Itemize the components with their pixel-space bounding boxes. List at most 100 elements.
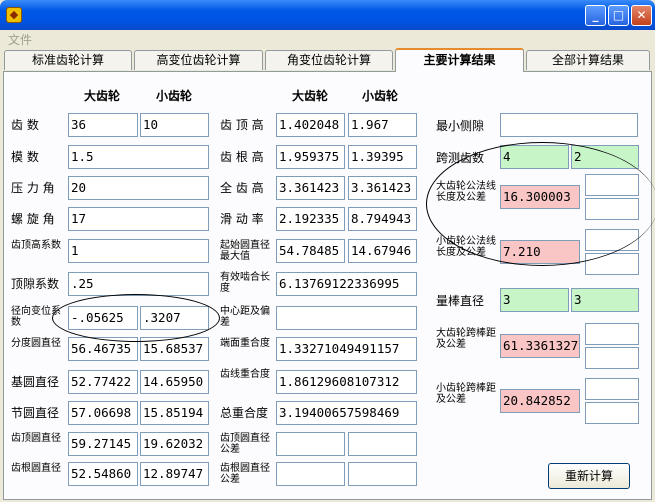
label-total-contact-ratio: 总重合度: [220, 406, 269, 420]
menu-bar: 文件: [0, 30, 655, 48]
module-field[interactable]: 1.5: [68, 145, 209, 169]
header-small-gear-2: 小齿轮: [362, 89, 399, 103]
label-helix-angle: 螺 旋 角: [11, 212, 55, 226]
header-small-gear-1: 小齿轮: [156, 89, 193, 103]
label-whole-depth: 全 齿 高: [220, 181, 264, 195]
label-tip-diameter: 齿顶圆直径: [11, 433, 61, 444]
label-big-normal-length: 大齿轮公法线长度及公差: [436, 181, 496, 203]
tab-standard-gear[interactable]: 标准齿轮计算: [4, 50, 132, 70]
tab-angle-shift-gear[interactable]: 角变位齿轮计算: [265, 50, 393, 70]
app-icon[interactable]: ◆: [6, 7, 22, 23]
label-pressure-angle: 压 力 角: [11, 181, 55, 195]
pressure-angle-field[interactable]: 20: [68, 176, 209, 200]
big-normal-length-upper-tol-field[interactable]: [585, 174, 639, 196]
label-face-contact-ratio: 齿线重合度: [220, 369, 270, 380]
label-operating-pitch-diameter: 节圆直径: [11, 406, 60, 420]
small-normal-length-field[interactable]: 7.210: [500, 240, 580, 264]
big-shift-coefficient-field[interactable]: -.05625: [68, 306, 138, 330]
small-normal-length-lower-tol-field[interactable]: [585, 253, 639, 275]
clearance-coefficient-field[interactable]: .25: [68, 272, 209, 296]
label-span-teeth: 跨测齿数: [436, 151, 485, 165]
small-pin-span-field[interactable]: 20.842852: [500, 389, 580, 413]
big-operating-pitch-diameter-field[interactable]: 57.06698: [68, 401, 138, 425]
small-dedendum-field[interactable]: 1.39395: [348, 145, 417, 169]
big-normal-length-lower-tol-field[interactable]: [585, 198, 639, 220]
small-root-diameter-tolerance-field[interactable]: [348, 462, 417, 486]
label-base-diameter: 基圆直径: [11, 375, 60, 389]
big-start-circle-max-field[interactable]: 54.78485: [276, 239, 345, 263]
small-tip-diameter-tolerance-field[interactable]: [348, 432, 417, 456]
big-span-teeth-field[interactable]: 4: [500, 145, 569, 169]
big-root-diameter-tolerance-field[interactable]: [276, 462, 345, 486]
label-teeth-count: 齿 数: [11, 118, 39, 132]
label-min-backlash: 最小侧隙: [436, 119, 485, 133]
big-root-diameter-field[interactable]: 52.54860: [68, 462, 138, 486]
effective-contact-length-field[interactable]: 6.13769122336995: [276, 272, 417, 296]
label-start-circle-max: 起始圆直径最大值: [220, 240, 270, 262]
label-module: 模 数: [11, 150, 39, 164]
big-normal-length-field[interactable]: 16.300003: [500, 185, 580, 209]
total-contact-ratio-field[interactable]: 3.19400657598469: [276, 401, 417, 425]
min-backlash-field[interactable]: [500, 113, 638, 137]
close-button[interactable]: ✕: [631, 5, 652, 26]
label-effective-contact-length: 有效啮合长度: [220, 272, 270, 294]
small-pin-span-lower-tol-field[interactable]: [585, 402, 639, 424]
big-pitch-diameter-field[interactable]: 56.46735: [68, 337, 138, 361]
small-slip-rate-field[interactable]: 8.794943: [348, 207, 417, 231]
big-tip-diameter-tolerance-field[interactable]: [276, 432, 345, 456]
label-pitch-diameter: 分度圆直径: [11, 338, 61, 349]
label-addendum-coefficient: 齿顶高系数: [11, 240, 61, 251]
label-root-diameter: 齿根圆直径: [11, 463, 61, 474]
label-addendum: 齿 顶 高: [220, 118, 264, 132]
small-whole-depth-field[interactable]: 3.361423: [348, 176, 417, 200]
menu-file[interactable]: 文件: [8, 31, 32, 48]
small-pitch-diameter-field[interactable]: 15.68537: [140, 337, 209, 361]
header-big-gear-1: 大齿轮: [84, 89, 121, 103]
big-base-diameter-field[interactable]: 52.77422: [68, 370, 138, 394]
label-big-pin-span: 大齿轮跨棒距及公差: [436, 328, 496, 350]
addendum-coefficient-field[interactable]: 1: [68, 239, 209, 263]
big-tip-diameter-field[interactable]: 59.27145: [68, 432, 138, 456]
label-slip-rate: 滑 动 率: [220, 212, 264, 226]
center-distance-field[interactable]: [276, 306, 417, 330]
maximize-button[interactable]: □: [608, 5, 629, 26]
big-addendum-field[interactable]: 1.402048: [276, 113, 345, 137]
label-small-normal-length: 小齿轮公法线长度及公差: [436, 236, 496, 258]
small-start-circle-max-field[interactable]: 14.67946: [348, 239, 417, 263]
label-clearance-coefficient: 顶隙系数: [11, 277, 60, 291]
minimize-button[interactable]: _: [585, 5, 606, 26]
small-tip-diameter-field[interactable]: 19.62032: [140, 432, 209, 456]
transverse-contact-ratio-field[interactable]: 1.33271049491157: [276, 337, 417, 361]
big-pin-span-upper-tol-field[interactable]: [585, 323, 639, 345]
small-root-diameter-field[interactable]: 12.89747: [140, 462, 209, 486]
big-pin-diameter-field[interactable]: 3: [500, 288, 569, 312]
label-transverse-contact-ratio: 端面重合度: [220, 338, 270, 349]
big-whole-depth-field[interactable]: 3.361423: [276, 176, 345, 200]
helix-angle-field[interactable]: 17: [68, 207, 209, 231]
small-span-teeth-field[interactable]: 2: [571, 145, 639, 169]
big-teeth-count-field[interactable]: 36: [68, 113, 138, 137]
label-shift-coefficient: 径向变位系数: [11, 306, 61, 328]
recalculate-button[interactable]: 重新计算: [548, 463, 630, 489]
tab-high-shift-gear[interactable]: 高变位齿轮计算: [134, 50, 263, 70]
label-pin-diameter: 量棒直径: [436, 294, 485, 308]
small-shift-coefficient-field[interactable]: .3207: [140, 306, 209, 330]
big-dedendum-field[interactable]: 1.959375: [276, 145, 345, 169]
label-center-distance: 中心距及偏差: [220, 306, 270, 328]
small-base-diameter-field[interactable]: 14.65950: [140, 370, 209, 394]
face-contact-ratio-field[interactable]: 1.86129608107312: [276, 370, 417, 394]
big-slip-rate-field[interactable]: 2.192335: [276, 207, 345, 231]
small-normal-length-upper-tol-field[interactable]: [585, 229, 639, 251]
label-tip-diameter-tolerance: 齿顶圆直径公差: [220, 433, 270, 455]
big-pin-span-field[interactable]: 61.3361327: [500, 334, 580, 358]
label-dedendum: 齿 根 高: [220, 150, 264, 164]
small-pin-diameter-field[interactable]: 3: [571, 288, 639, 312]
tab-main-results[interactable]: 主要计算结果: [395, 48, 524, 72]
tab-all-results[interactable]: 全部计算结果: [526, 50, 650, 70]
header-big-gear-2: 大齿轮: [292, 89, 329, 103]
small-addendum-field[interactable]: 1.967: [348, 113, 417, 137]
small-pin-span-upper-tol-field[interactable]: [585, 378, 639, 400]
small-operating-pitch-diameter-field[interactable]: 15.85194: [140, 401, 209, 425]
big-pin-span-lower-tol-field[interactable]: [585, 347, 639, 369]
small-teeth-count-field[interactable]: 10: [140, 113, 209, 137]
